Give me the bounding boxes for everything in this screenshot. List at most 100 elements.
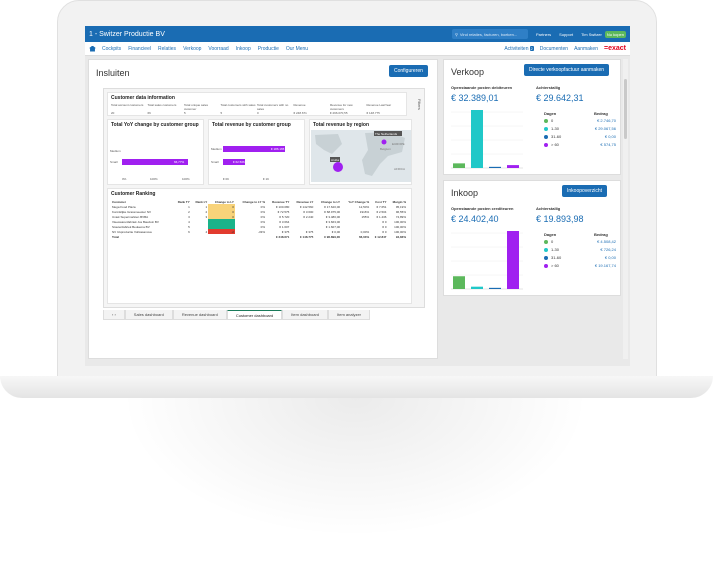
revenue-group-card: Total revenue by customer group Medium S… (208, 119, 305, 185)
direct-sales-invoice-button[interactable]: Directe verkoopfactuur aanmaken (524, 64, 610, 76)
legend-row[interactable]: 0 € 2.746,70 (544, 118, 616, 123)
legend-amount: € 4.508,42 (597, 239, 616, 244)
legend-amount: € 29.067,56 (594, 126, 616, 131)
aging-bar-0[interactable] (453, 276, 465, 289)
legend-amount: € 19.167,74 (594, 263, 616, 268)
yoy-chart: Medium Small 66,77% 0% 100% 100% (110, 149, 190, 181)
africa-label: AFRICA (394, 167, 405, 171)
nav-voorraad[interactable]: Voorraad (208, 46, 228, 52)
total-cell: 94,83% (395, 234, 406, 239)
total-cell: Total (112, 234, 119, 239)
legend-row[interactable]: 31-60 € 0,00 (544, 255, 616, 260)
tab-sales-dashboard[interactable]: Sales dashboard (124, 310, 173, 320)
legend-dot-icon (544, 239, 548, 244)
aging-bar-2[interactable] (489, 166, 501, 168)
inkoop-aging-chart (451, 231, 523, 290)
aging-bar-1[interactable] (471, 286, 483, 289)
aging-bar-3[interactable] (507, 165, 519, 168)
verkoop-open-value[interactable]: € 32.389,01 (451, 93, 499, 103)
nav-productie[interactable]: Productie (258, 46, 279, 52)
customer-info-header: Total customers with sales (220, 103, 256, 107)
region-aruba-dot[interactable] (333, 162, 343, 172)
region-netherlands-dot[interactable] (381, 139, 387, 145)
legend-row[interactable]: 0 € 4.508,42 (544, 239, 616, 244)
table-total-row: Total € 248.671 € 148.775 € 96.899,00 66,03%… (111, 234, 407, 239)
ranking-card: Customer Ranking Customer Rank TY Rank LY C… (107, 188, 412, 304)
inkoop-days-header: Dagen (544, 232, 557, 237)
customer-info-value: € 148.775 (366, 111, 380, 115)
embed-panel: Insluiten Configureren Customer data inf… (88, 59, 438, 359)
verkoop-open-label: Openstaande posten debiteuren (451, 85, 513, 90)
total-cell: 66,03% (358, 234, 370, 239)
inkoop-amount-header: Bedrag (594, 232, 608, 237)
legend-row[interactable]: 31-60 € 0,00 (544, 134, 616, 139)
legend-label: 1-30 (551, 126, 560, 131)
verkoop-title: Verkoop (451, 67, 485, 77)
yoy-card: Total YoY change by customer group Mediu… (107, 119, 204, 185)
nav-right: Activiteiten 2 Documenten Aanmaken =exact (504, 45, 626, 52)
legend-amount: € 0,00 (604, 255, 616, 260)
user-menu[interactable]: Tim Switzer (581, 32, 602, 37)
nav-financieel[interactable]: Financieel (128, 46, 151, 52)
main-nav: Cockpits Financieel Relaties Verkoop Voo… (85, 42, 630, 56)
customer-info-header: Revenue (293, 103, 306, 107)
purchase-overview-button[interactable]: Inkoopoverzicht (562, 185, 608, 197)
verkoop-arrears-label: Achterstallig (536, 85, 561, 90)
legend-amount: € 2.746,70 (597, 118, 616, 123)
tab-revenue-dashboard[interactable]: Revenue dashboard (172, 310, 227, 320)
nav-our-menu[interactable]: Our Menu (286, 46, 308, 52)
nav-inkoop[interactable]: Inkoop (236, 46, 251, 52)
configure-button[interactable]: Configureren (389, 65, 428, 77)
nav-verkoop[interactable]: Verkoop (183, 46, 201, 52)
aging-bar-3[interactable] (507, 231, 519, 289)
nav-cockpits[interactable]: Cockpits (102, 46, 121, 52)
search-box[interactable]: ⚲ Vind relaties, facturen, boeken... (451, 29, 528, 39)
aging-bar-0[interactable] (453, 163, 465, 168)
rg-row-medium: Medium (211, 147, 222, 151)
nav-add[interactable]: Aanmaken (574, 46, 598, 52)
tab-item-dashboard[interactable]: Item dashboard (282, 310, 328, 320)
tab-customer-dashboard[interactable]: Customer dashboard (226, 310, 283, 320)
report-tabs: ‹ › Sales dashboard Revenue dashboard Cu… (103, 310, 425, 320)
rg-value-small: € 62.506 (233, 160, 245, 164)
exact-logo: =exact (604, 45, 626, 52)
nl-label: The Netherlands (375, 132, 398, 136)
nav-documents[interactable]: Documenten (540, 46, 568, 52)
nav-relaties[interactable]: Relaties (158, 46, 176, 52)
revenue-group-title: Total revenue by customer group (212, 122, 291, 128)
customer-info-value: € 296.070,55 (330, 111, 348, 115)
customer-info-title: Customer data information (111, 95, 175, 101)
tab-nav-left[interactable]: ‹ › (103, 310, 125, 320)
tab-item-analyzer[interactable]: Item analyzer (328, 310, 371, 320)
total-cell: € 96.899,00 (324, 234, 341, 239)
legend-row[interactable]: 1-30 € 29.067,56 (544, 126, 616, 131)
customer-info-value: 66 (147, 111, 151, 115)
customer-info-header: Revenue for new customers (330, 103, 353, 111)
partners-link[interactable]: Partners (536, 32, 551, 37)
aging-bar-2[interactable] (489, 287, 501, 289)
filters-toggle[interactable]: Filters (414, 99, 422, 129)
inkoop-open-value[interactable]: € 24.402,40 (451, 214, 499, 224)
scrollbar-thumb[interactable] (624, 79, 627, 139)
aging-bar-1[interactable] (471, 110, 483, 168)
europe-label: EUROPE (392, 142, 405, 146)
inkoop-arrears-value[interactable]: € 19.893,98 (536, 214, 584, 224)
verkoop-arrears-value[interactable]: € 29.642,31 (536, 93, 584, 103)
buy-now-badge[interactable]: Nu kopen (604, 30, 626, 38)
app-screen: 1 - Switzer Productie BV ⚲ Vind relaties… (85, 26, 630, 366)
verkoop-widget: Verkoop Directe verkoopfactuur aanmaken … (443, 59, 621, 175)
inkoop-arrears-label: Achterstallig (536, 206, 561, 211)
yoy-title: Total YoY change by customer group (111, 122, 199, 128)
rg-value-medium: € 186.165 (271, 147, 285, 151)
legend-row[interactable]: > 60 € 574,75 (544, 142, 616, 147)
page-scrollbar[interactable] (623, 59, 628, 359)
legend-row[interactable]: 1-30 € 726,24 (544, 247, 616, 252)
yoy-tick-2: 100% (182, 177, 190, 181)
nav-activities[interactable]: Activiteiten 2 (504, 45, 534, 52)
legend-row[interactable]: > 60 € 19.167,74 (544, 263, 616, 268)
company-title[interactable]: 1 - Switzer Productie BV (89, 31, 452, 38)
support-link[interactable]: Support (559, 32, 573, 37)
legend-amount: € 0,00 (604, 134, 616, 139)
home-icon[interactable] (89, 45, 96, 52)
customer-info-value: 5 (220, 111, 223, 115)
